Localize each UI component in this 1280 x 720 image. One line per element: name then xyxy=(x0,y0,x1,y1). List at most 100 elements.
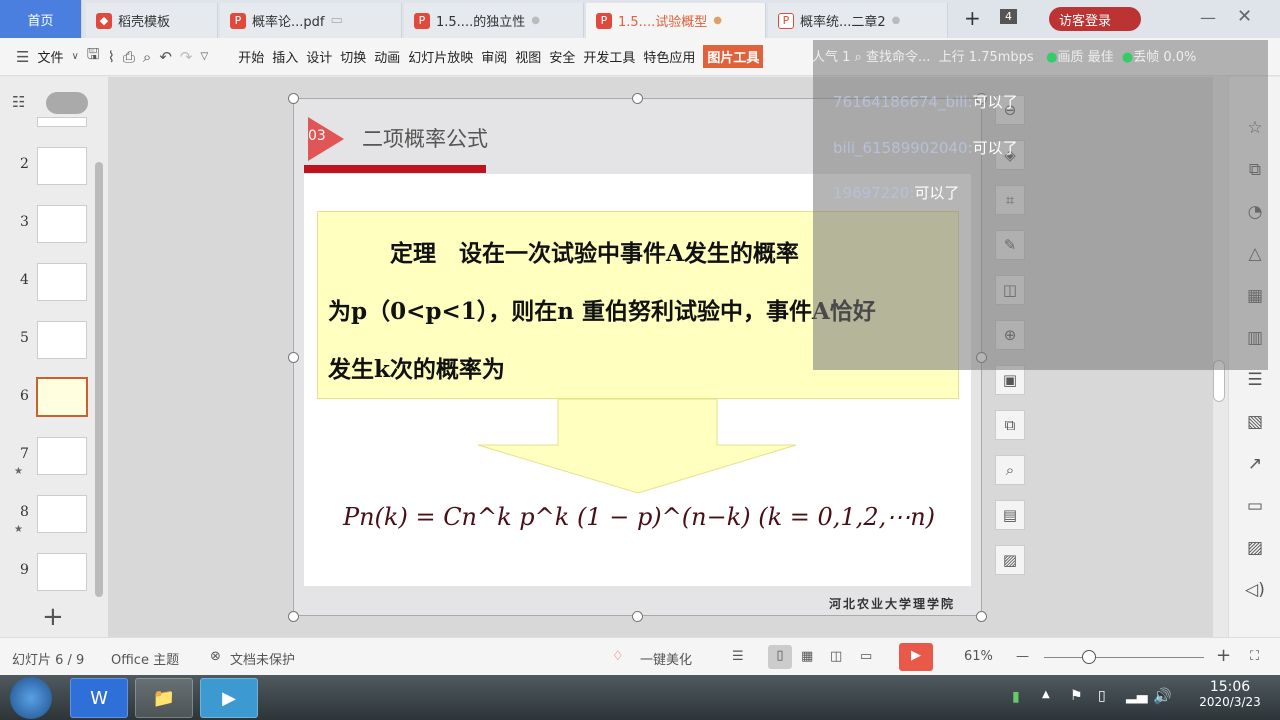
share-icon[interactable]: ↗ xyxy=(1229,443,1280,485)
slide-thumbnail[interactable] xyxy=(37,437,87,475)
wps-taskbar-button[interactable]: W xyxy=(70,678,128,718)
tab-ppt-trial[interactable]: P 1.5....试验概型 ● xyxy=(586,3,766,38)
menu-animation[interactable]: 动画 xyxy=(374,47,400,66)
gallery-icon[interactable]: ▧ xyxy=(1229,401,1280,443)
fullscreen-icon[interactable]: ⛶ xyxy=(1250,649,1259,664)
transparency-icon[interactable]: ▨ xyxy=(995,545,1025,575)
print-preview-icon[interactable]: ⌕ xyxy=(143,48,151,66)
protection-status[interactable]: 文档未保护 xyxy=(230,649,295,668)
slide-thumbnail[interactable] xyxy=(37,263,87,301)
danmu-message: 19697220:可以了 xyxy=(833,184,960,202)
tab-pdf[interactable]: P 概率论...pdf ▭ xyxy=(220,3,402,38)
action-center-flag-icon[interactable]: ⚑ xyxy=(1070,688,1083,704)
status-bar: 幻灯片 6 / 9 Office 主题 ⊗ 文档未保护 ♢ 一键美化 ☰ ▯ ▦… xyxy=(0,637,1280,675)
tray-expand-icon[interactable]: ▲ xyxy=(1042,689,1050,700)
audio-icon[interactable]: ◁) xyxy=(1229,569,1280,611)
undo-icon[interactable]: ↶ xyxy=(159,48,172,66)
play-slideshow-button[interactable]: ▶ xyxy=(899,643,933,671)
docer-icon: ◆ xyxy=(96,12,112,29)
hamburger-icon[interactable]: ☰ xyxy=(16,48,29,66)
pdf-icon: P xyxy=(230,12,246,29)
resize-handle[interactable] xyxy=(288,611,299,622)
tab-docer[interactable]: ◆ 稻壳模板 xyxy=(86,3,218,38)
beautify-icon: ♢ xyxy=(612,649,624,664)
volume-icon[interactable]: 🔊 xyxy=(1153,687,1172,705)
slide-thumbnail[interactable] xyxy=(37,321,87,359)
theme-name[interactable]: Office 主题 xyxy=(111,649,179,668)
record-icon[interactable]: ▭ xyxy=(860,649,872,664)
picture-search-icon[interactable]: ⌕ xyxy=(995,455,1025,485)
menu-features[interactable]: 特色应用 xyxy=(643,47,695,66)
tab-ppt-independence[interactable]: P 1.5....的独立性 ● xyxy=(404,3,584,38)
search-icon: ⌕ xyxy=(854,50,862,65)
menu-slideshow[interactable]: 幻灯片放映 xyxy=(408,47,473,66)
tab-ppt-chapter2[interactable]: P 概率统...二章2 ● xyxy=(768,3,948,38)
menu-security[interactable]: 安全 xyxy=(549,47,575,66)
status-dot-icon: ● xyxy=(1046,50,1058,65)
unsaved-dot-icon: ● xyxy=(891,15,901,26)
system-clock[interactable]: 15:06 2020/3/23 xyxy=(1190,679,1270,709)
resize-handle[interactable] xyxy=(976,611,987,622)
file-menu[interactable]: 文件 xyxy=(37,47,63,66)
print-icon[interactable]: ⎙ xyxy=(123,48,135,66)
zoom-slider-track[interactable] xyxy=(1044,657,1204,658)
replace-picture-icon[interactable]: ⧉ xyxy=(995,410,1025,440)
menu-transition[interactable]: 切换 xyxy=(340,47,366,66)
zoom-slider-thumb[interactable] xyxy=(1082,650,1096,664)
outline-view-icon[interactable]: ☷ xyxy=(12,93,25,111)
beautify-button[interactable]: 一键美化 xyxy=(640,649,692,668)
close-button[interactable]: ✕ xyxy=(1237,6,1252,27)
slide-thumbnail[interactable] xyxy=(37,495,87,533)
minimize-button[interactable]: — xyxy=(1200,8,1216,27)
notes-icon[interactable]: ☰ xyxy=(732,649,744,664)
normal-view-icon[interactable]: ▯ xyxy=(768,645,792,669)
reading-view-icon[interactable]: ◫ xyxy=(830,649,842,664)
chevron-down-icon[interactable]: ∨ xyxy=(71,51,78,62)
windows-taskbar: W 📁 ▶ ▮ ▲ ⚑ ▯ ▂▄ 🔊 15:06 2020/3/23 xyxy=(0,675,1280,720)
image-icon[interactable]: ▨ xyxy=(1229,527,1280,569)
resize-handle[interactable] xyxy=(288,352,299,363)
zoom-level[interactable]: 61% xyxy=(964,649,993,664)
explorer-taskbar-button[interactable]: 📁 xyxy=(135,678,193,718)
danmu-message: bili_61589902040:可以了 xyxy=(833,139,1018,157)
slide-thumbnail[interactable] xyxy=(37,117,87,127)
format-painter-icon[interactable]: ⌇ xyxy=(108,48,115,66)
live-taskbar-button[interactable]: ▶ xyxy=(200,678,258,718)
slide-thumbnail[interactable] xyxy=(37,147,87,185)
resize-handle[interactable] xyxy=(632,93,643,104)
guest-login-button[interactable]: 访客登录 xyxy=(1049,7,1141,31)
save-icon[interactable]: 🖫 xyxy=(87,44,100,69)
device-icon[interactable]: ▯ xyxy=(1098,688,1106,704)
customize-icon[interactable]: ▽ xyxy=(200,51,208,62)
menu-view[interactable]: 视图 xyxy=(515,47,541,66)
menu-picture-tools[interactable]: 图片工具 xyxy=(703,45,764,68)
tab-count[interactable]: 4 xyxy=(1000,9,1017,24)
danmu-message: 76164186674_bili:可以了 xyxy=(833,93,1018,111)
menu-developer[interactable]: 开发工具 xyxy=(583,47,635,66)
zoom-out-button[interactable]: — xyxy=(1016,649,1029,664)
resize-handle[interactable] xyxy=(288,93,299,104)
live-stream-overlay: 人气 1 ⌕ 查找命令... 上行 1.75mbps ●画质 最佳 ●丢帧 0.… xyxy=(812,40,1268,370)
archive-icon[interactable]: ▭ xyxy=(1229,485,1280,527)
network-icon[interactable]: ▂▄ xyxy=(1126,688,1148,704)
sorter-view-icon[interactable]: ▦ xyxy=(801,649,813,664)
binomial-formula: Pn(k) = Cn^k p^k (1 − p)^(n−k) (k = 0,1,… xyxy=(342,503,936,531)
slide-thumbnail[interactable] xyxy=(37,553,87,591)
menu-home[interactable]: 开始 xyxy=(238,47,264,66)
slide-thumbnail[interactable] xyxy=(37,205,87,243)
resize-handle[interactable] xyxy=(632,611,643,622)
menu-review[interactable]: 审阅 xyxy=(481,47,507,66)
menu-insert[interactable]: 插入 xyxy=(272,47,298,66)
slide-thumbnail-selected[interactable] xyxy=(36,377,88,417)
redo-icon[interactable]: ↷ xyxy=(180,48,193,66)
tab-home[interactable]: 首页 xyxy=(0,0,82,38)
add-slide-button[interactable]: + xyxy=(42,602,64,632)
picture-split-icon[interactable]: ▤ xyxy=(995,500,1025,530)
thumbnail-view-button[interactable] xyxy=(46,92,88,114)
menu-design[interactable]: 设计 xyxy=(306,47,332,66)
thumbnail-scrollbar[interactable] xyxy=(95,162,103,597)
start-button[interactable] xyxy=(10,677,52,719)
battery-icon[interactable]: ▮ xyxy=(1012,689,1020,705)
zoom-in-button[interactable]: + xyxy=(1216,645,1231,666)
new-tab-button[interactable]: + xyxy=(964,6,981,30)
